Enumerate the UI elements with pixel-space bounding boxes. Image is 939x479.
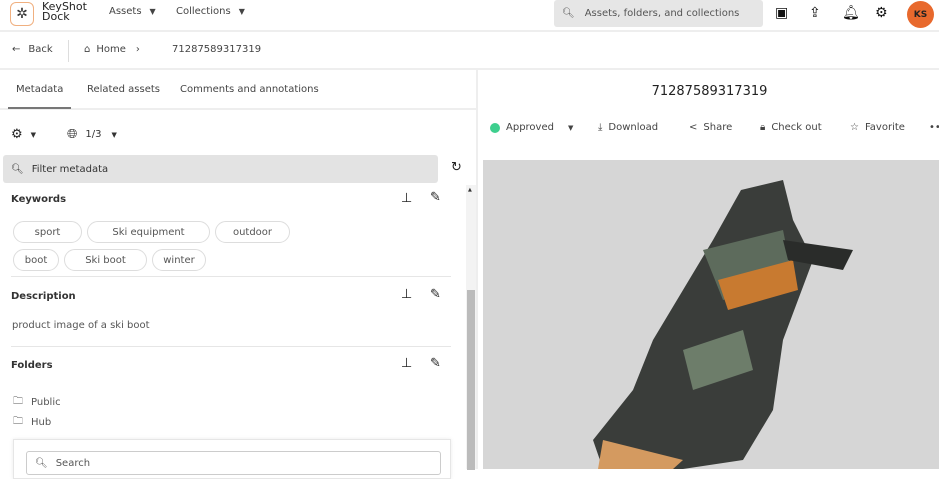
divider bbox=[68, 40, 69, 62]
folders-title: Folders bbox=[11, 360, 53, 371]
filter-placeholder: Filter metadata bbox=[31, 163, 109, 175]
divider bbox=[11, 346, 451, 347]
share-button[interactable]: < Share bbox=[689, 122, 732, 133]
ski-boot-image bbox=[593, 180, 853, 469]
asset-image[interactable] bbox=[483, 160, 939, 469]
filter-metadata-input[interactable]: 🔍︎ Filter metadata bbox=[3, 155, 438, 183]
search-icon: 🔍︎ bbox=[562, 8, 575, 19]
folder-label: Hub bbox=[31, 417, 52, 428]
nav-collections-label: Collections bbox=[176, 6, 231, 17]
arrow-left-icon: ← bbox=[12, 44, 21, 55]
description-text: product image of a ski boot bbox=[12, 320, 150, 331]
language-count: 1/3 bbox=[85, 129, 102, 140]
status-dot-icon bbox=[490, 122, 500, 133]
app-name-line2: Dock bbox=[42, 10, 70, 23]
upload-icon[interactable]: ⇪ bbox=[809, 5, 821, 21]
nav-collections[interactable]: Collections ▼ bbox=[176, 6, 245, 17]
chevron-right-icon: › bbox=[135, 44, 140, 55]
breadcrumb-home[interactable]: ⌂ Home › bbox=[84, 44, 140, 55]
scroll-up-icon[interactable]: ▲ bbox=[468, 187, 472, 193]
pin-icon[interactable]: ⊥ bbox=[401, 287, 412, 302]
favorite-button[interactable]: ☆ Favorite bbox=[850, 122, 905, 133]
divider bbox=[11, 276, 451, 277]
back-label: Back bbox=[28, 44, 53, 55]
lock-icon: 🔒︎ bbox=[760, 122, 766, 133]
favorite-label: Favorite bbox=[864, 122, 905, 133]
keyshot-logo-icon[interactable]: ✲ bbox=[10, 2, 34, 26]
folder-icon: 🗀 bbox=[13, 396, 23, 407]
edit-icon[interactable]: ✎ bbox=[430, 356, 441, 371]
settings-dropdown[interactable]: ⚙ ▼ bbox=[11, 127, 36, 142]
app-name: KeyShot Dock bbox=[42, 1, 87, 23]
description-title: Description bbox=[11, 291, 76, 302]
keyword-chip[interactable]: outdoor bbox=[215, 221, 290, 243]
download-button[interactable]: ⤓ Download bbox=[598, 122, 658, 133]
scrollbar-thumb[interactable] bbox=[467, 290, 475, 470]
checkout-label: Check out bbox=[771, 122, 822, 133]
scrollbar[interactable]: ▲ bbox=[466, 185, 476, 470]
chevron-down-icon: ▼ bbox=[111, 130, 117, 139]
folder-icon: 🗀 bbox=[13, 416, 23, 427]
home-icon: ⌂ bbox=[84, 44, 91, 55]
share-icon: < bbox=[689, 122, 698, 133]
star-icon: ☆ bbox=[850, 122, 859, 133]
status-dropdown[interactable]: Approved ▼ bbox=[490, 122, 573, 133]
breadcrumb: ← Back ⌂ Home › 71287589317319 bbox=[0, 32, 939, 70]
edit-icon[interactable]: ✎ bbox=[430, 287, 441, 302]
chevron-down-icon: ▼ bbox=[567, 123, 574, 132]
keyword-chip[interactable]: boot bbox=[13, 249, 59, 271]
download-icon: ⤓ bbox=[598, 122, 603, 133]
folder-item[interactable]: 🗀 Hub bbox=[13, 414, 51, 431]
top-bar: ✲ KeyShot Dock Assets ▼ Collections ▼ 🔍︎ Ass… bbox=[0, 0, 939, 32]
refresh-icon[interactable]: ↻ bbox=[451, 160, 462, 175]
more-icon[interactable]: ••• bbox=[929, 122, 939, 133]
folder-label: Public bbox=[31, 397, 61, 408]
pin-icon[interactable]: ⊥ bbox=[401, 191, 412, 206]
chevron-down-icon: ▼ bbox=[238, 7, 245, 16]
inbox-icon[interactable]: ▣ bbox=[775, 5, 788, 21]
search-placeholder: Search bbox=[55, 457, 91, 469]
gear-icon[interactable]: ⚙ bbox=[875, 5, 888, 21]
globe-icon: 🌐︎ bbox=[67, 127, 78, 142]
asset-title: 71287589317319 bbox=[651, 84, 768, 99]
keyword-chip[interactable]: winter bbox=[152, 249, 206, 271]
share-label: Share bbox=[703, 122, 733, 133]
tabs: Metadata Related assets Comments and ann… bbox=[0, 70, 478, 110]
checkout-button[interactable]: 🔒︎ Check out bbox=[760, 122, 822, 133]
download-label: Download bbox=[608, 122, 659, 133]
back-button[interactable]: ← Back bbox=[12, 44, 53, 55]
keyword-chip[interactable]: Ski boot bbox=[64, 249, 147, 271]
breadcrumb-current: 71287589317319 bbox=[172, 44, 262, 55]
keywords-title: Keywords bbox=[11, 194, 67, 205]
global-search-input[interactable]: 🔍︎ Assets, folders, and collections bbox=[554, 0, 763, 27]
search-placeholder: Assets, folders, and collections bbox=[584, 8, 740, 19]
chevron-down-icon: ▼ bbox=[149, 7, 156, 16]
keyword-chip[interactable]: Ski equipment bbox=[87, 221, 210, 243]
edit-icon[interactable]: ✎ bbox=[430, 190, 441, 205]
avatar[interactable]: KS bbox=[907, 1, 934, 28]
asset-preview-panel: 71287589317319 Approved ▼ ⤓ Download < Shar… bbox=[480, 70, 939, 469]
metadata-panel: Metadata Related assets Comments and ann… bbox=[0, 70, 478, 479]
search-icon: 🔍︎ bbox=[35, 457, 48, 469]
home-label: Home bbox=[96, 44, 126, 55]
bell-icon[interactable]: 🔔︎ bbox=[842, 5, 860, 21]
pin-icon[interactable]: ⊥ bbox=[401, 356, 412, 371]
nav-assets-label: Assets bbox=[109, 6, 142, 17]
keyword-chip[interactable]: sport bbox=[13, 221, 82, 243]
gear-icon: ⚙ bbox=[11, 127, 23, 142]
nav-assets[interactable]: Assets ▼ bbox=[109, 6, 156, 17]
tab-metadata[interactable]: Metadata bbox=[8, 84, 72, 109]
tab-comments[interactable]: Comments and annotations bbox=[180, 84, 319, 95]
folder-search-input[interactable]: 🔍︎ Search bbox=[26, 451, 441, 475]
search-icon: 🔍︎ bbox=[11, 163, 24, 175]
status-label: Approved bbox=[506, 122, 554, 133]
folder-item[interactable]: 🗀 Public bbox=[13, 394, 61, 411]
tab-related-assets[interactable]: Related assets bbox=[87, 84, 160, 95]
chevron-down-icon: ▼ bbox=[30, 130, 37, 139]
folder-search-popup: 🔍︎ Search bbox=[13, 439, 451, 479]
language-dropdown[interactable]: 🌐︎ 1/3 ▼ bbox=[67, 127, 117, 142]
